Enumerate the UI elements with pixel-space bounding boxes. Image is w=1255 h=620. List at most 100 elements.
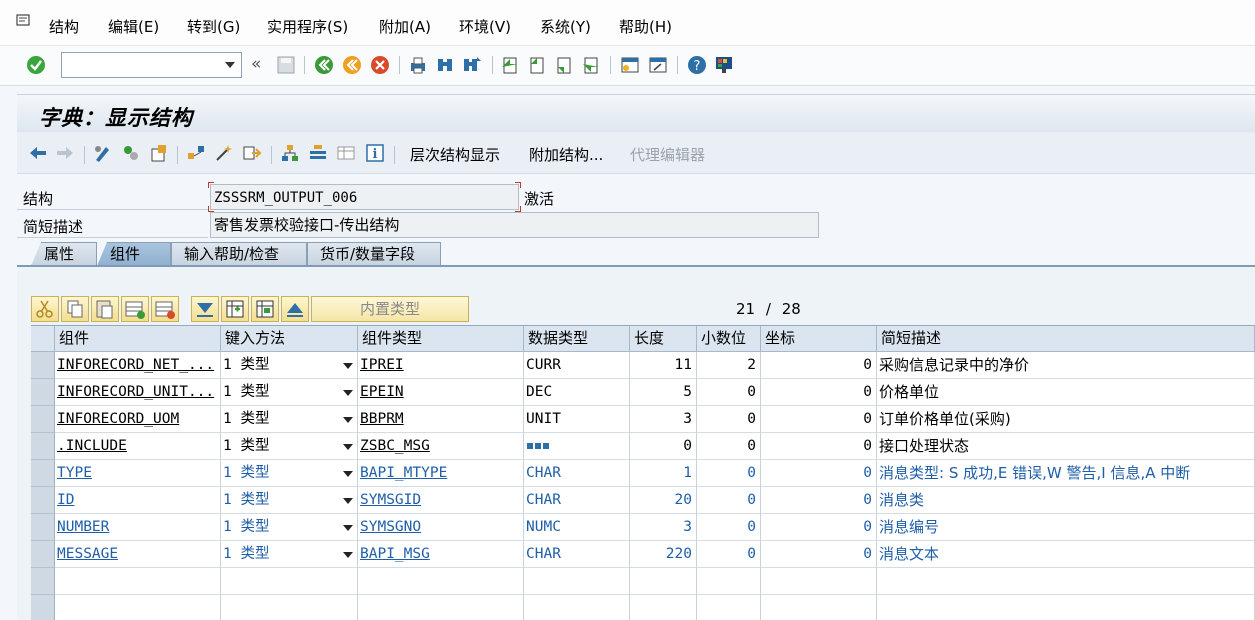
col-header-comp-type[interactable]: 组件类型	[358, 326, 524, 352]
cell-length[interactable]: 3	[630, 406, 697, 433]
cell-component[interactable]: INFORECORD_NET_...	[55, 352, 221, 379]
cell-decimals[interactable]: 0	[697, 541, 761, 568]
tab-attributes[interactable]: 属性	[31, 242, 97, 266]
cell-decimals[interactable]: 0	[697, 433, 761, 460]
cell-comp-type[interactable]: BAPI_MTYPE	[358, 460, 524, 487]
cell-coordinate[interactable]: 0	[761, 514, 877, 541]
table-layout-icon[interactable]	[308, 143, 328, 163]
row-selector[interactable]	[31, 541, 55, 568]
cell-component[interactable]: INFORECORD_UOM	[55, 406, 221, 433]
menu-system[interactable]: 系统(Y)	[540, 18, 591, 36]
where-used-icon[interactable]	[186, 143, 206, 163]
row-selector[interactable]	[31, 487, 55, 514]
append-structure-button[interactable]: 附加结构...	[529, 144, 603, 165]
arrow-left-icon[interactable]	[28, 143, 48, 163]
empty-cell[interactable]	[630, 568, 697, 595]
menu-goto[interactable]: 转到(G)	[187, 18, 240, 36]
cell-component[interactable]: .INCLUDE	[55, 433, 221, 460]
cell-comp-type[interactable]: IPREI	[358, 352, 524, 379]
cell-coordinate[interactable]: 0	[761, 487, 877, 514]
cell-length[interactable]: 11	[630, 352, 697, 379]
find-next-icon[interactable]	[462, 55, 482, 75]
cell-data-type[interactable]: DEC	[524, 379, 630, 406]
back-icon[interactable]	[314, 55, 334, 75]
structure-collapse-button[interactable]	[251, 296, 279, 322]
cell-component[interactable]: MESSAGE	[55, 541, 221, 568]
cell-coordinate[interactable]: 0	[761, 379, 877, 406]
cell-length[interactable]: 3	[630, 514, 697, 541]
builtin-type-button[interactable]: 内置类型	[311, 296, 469, 322]
cell-comp-type[interactable]: ZSBC_MSG	[358, 433, 524, 460]
empty-cell[interactable]	[55, 568, 221, 595]
col-header-short-desc[interactable]: 简短描述	[877, 326, 1255, 352]
cell-component[interactable]: NUMBER	[55, 514, 221, 541]
empty-cell[interactable]	[697, 568, 761, 595]
row-selector[interactable]	[31, 406, 55, 433]
cell-comp-type[interactable]: BAPI_MSG	[358, 541, 524, 568]
cell-component[interactable]: TYPE	[55, 460, 221, 487]
cell-data-type[interactable]	[524, 433, 630, 460]
empty-cell[interactable]	[877, 595, 1255, 620]
empty-cell[interactable]	[630, 595, 697, 620]
enter-icon[interactable]	[26, 55, 46, 75]
tab-currency-quantity[interactable]: 货币/数量字段	[307, 242, 441, 266]
cell-typing[interactable]: 1 类型	[221, 541, 358, 568]
cut-button[interactable]	[31, 296, 59, 322]
next-page-icon[interactable]	[554, 55, 574, 75]
menu-help[interactable]: 帮助(H)	[619, 18, 672, 36]
row-selector[interactable]	[31, 514, 55, 541]
row-selector[interactable]	[31, 352, 55, 379]
cell-comp-type[interactable]: EPEIN	[358, 379, 524, 406]
empty-cell[interactable]	[877, 568, 1255, 595]
menu-edit[interactable]: 编辑(E)	[108, 18, 159, 36]
cell-decimals[interactable]: 0	[697, 406, 761, 433]
empty-cell[interactable]	[221, 568, 358, 595]
arrow-right-icon[interactable]	[55, 143, 75, 163]
prev-page-icon[interactable]	[527, 55, 547, 75]
technical-settings-icon[interactable]	[336, 143, 356, 163]
col-header-typing[interactable]: 键入方法	[221, 326, 358, 352]
empty-cell[interactable]	[761, 595, 877, 620]
cell-typing[interactable]: 1 类型	[221, 460, 358, 487]
shortcut-icon[interactable]	[648, 55, 668, 75]
command-field[interactable]	[61, 52, 242, 78]
cell-component[interactable]: INFORECORD_UNIT...	[55, 379, 221, 406]
cell-comp-type[interactable]: SYMSGNO	[358, 514, 524, 541]
col-header-data-type[interactable]: 数据类型	[524, 326, 630, 352]
cell-coordinate[interactable]: 0	[761, 541, 877, 568]
help-icon[interactable]: ?	[687, 55, 707, 75]
cell-decimals[interactable]: 0	[697, 460, 761, 487]
empty-cell[interactable]	[55, 595, 221, 620]
cell-data-type[interactable]: CHAR	[524, 487, 630, 514]
collapse-up-button[interactable]	[281, 296, 309, 322]
save-icon[interactable]	[276, 55, 296, 75]
cell-data-type[interactable]: UNIT	[524, 406, 630, 433]
cell-length[interactable]: 20	[630, 487, 697, 514]
empty-cell[interactable]	[761, 568, 877, 595]
info-icon[interactable]: i	[365, 143, 385, 163]
cell-length[interactable]: 5	[630, 379, 697, 406]
cell-typing[interactable]: 1 类型	[221, 352, 358, 379]
tab-entry-help[interactable]: 输入帮助/检查	[171, 242, 307, 266]
expand-button[interactable]	[191, 296, 219, 322]
insert-row-button[interactable]	[121, 296, 149, 322]
cell-typing[interactable]: 1 类型	[221, 379, 358, 406]
menu-structure[interactable]: 结构	[49, 18, 79, 36]
exit-icon[interactable]	[342, 55, 362, 75]
cell-decimals[interactable]: 2	[697, 352, 761, 379]
activate-icon[interactable]	[121, 143, 141, 163]
hierarchy-icon[interactable]	[280, 143, 300, 163]
back-arrows-icon[interactable]: «	[251, 54, 261, 74]
last-page-icon[interactable]	[581, 55, 601, 75]
row-selector[interactable]	[31, 460, 55, 487]
copy-button[interactable]	[61, 296, 89, 322]
system-menu-icon[interactable]	[16, 14, 32, 28]
cell-coordinate[interactable]: 0	[761, 406, 877, 433]
delete-row-button[interactable]	[151, 296, 179, 322]
select-all-header[interactable]	[31, 326, 55, 352]
short-desc-field[interactable]: 寄售发票校验接口-传出结构	[210, 212, 819, 238]
cell-decimals[interactable]: 0	[697, 487, 761, 514]
cell-typing[interactable]: 1 类型	[221, 514, 358, 541]
tab-components[interactable]: 组件	[97, 242, 171, 266]
col-header-length[interactable]: 长度	[630, 326, 697, 352]
